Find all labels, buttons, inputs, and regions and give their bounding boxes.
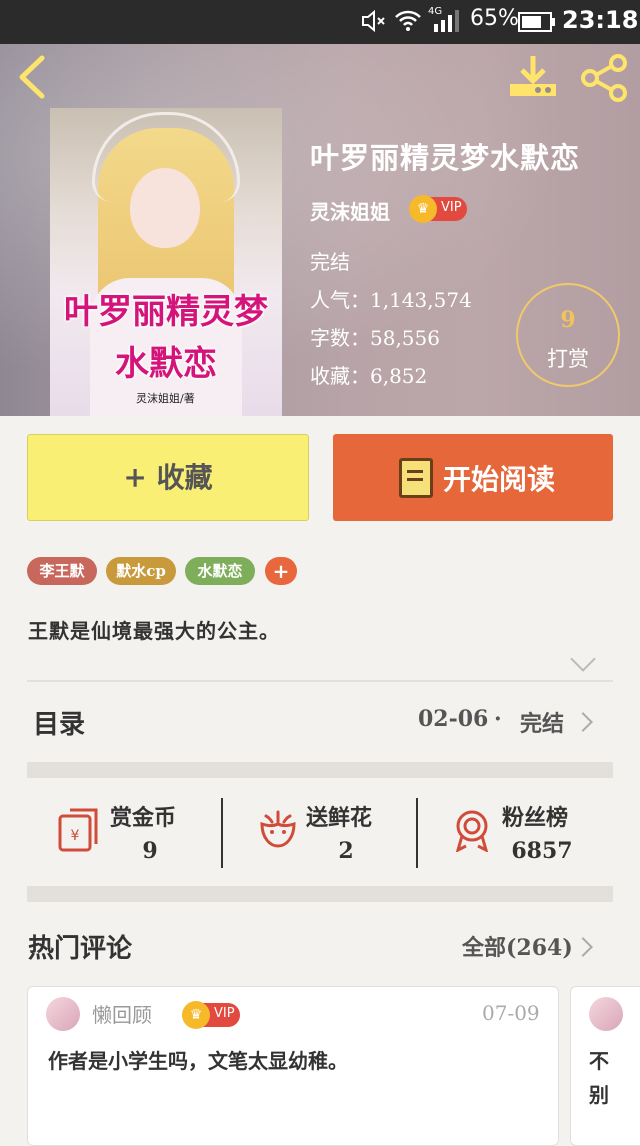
comment-card[interactable]: 懒回顾 ♛ VIP 07-09 作者是小学生吗，文笔太显幼稚。 [27,986,559,1146]
gift-flowers[interactable]: 送鲜花 2 [256,800,406,870]
book-header: 叶罗丽精灵梦 水默恋 灵沫姐姐/著 叶罗丽精灵梦水默恋 灵沫姐姐 ♛ VIP 完… [0,44,640,416]
toc-date: 02-06 [418,706,489,732]
gift-fans[interactable]: 粉丝榜 6857 [450,800,610,870]
reward-label: 打赏 [547,347,589,371]
clock: 23:18 [562,6,639,34]
vip-text: VIP [214,1006,235,1021]
collect-button[interactable]: + 收藏 [27,434,309,521]
book-title: 叶罗丽精灵梦水默恋 [310,141,581,175]
share-button[interactable] [580,54,628,106]
cover-title-line2: 水默恋 [115,344,217,384]
reward-count: 9 [560,307,576,333]
book-icon [399,458,433,498]
section-separator [27,762,613,778]
battery-icon [518,12,556,38]
start-reading-label: 开始阅读 [443,463,556,496]
red-envelope-icon: ¥ [58,808,98,852]
crown-icon: ♛ [182,1001,210,1029]
toc-status: 完结 [520,711,565,737]
reward-button[interactable]: 9 打赏 [516,283,620,387]
tag-item[interactable]: 水默恋 [185,557,255,585]
share-icon [581,54,627,102]
popularity-value: 1,143,574 [370,288,472,312]
comment-username[interactable]: 懒回顾 [92,999,152,1028]
gift-value: 2 [338,838,354,864]
comment-text: 不 [589,1049,609,1073]
cover-title-line1: 叶罗丽精灵梦 [64,292,268,332]
signal-icon [432,8,462,40]
wifi-icon [394,8,422,40]
start-reading-button[interactable]: 开始阅读 [333,434,613,521]
comment-text: 别 [589,1083,609,1107]
svg-text:¥: ¥ [71,828,80,844]
battery-percent: 65% [470,6,519,31]
expand-intro-icon[interactable] [570,646,596,672]
divider [416,798,418,868]
words-label: 字数： [310,326,370,350]
back-arrow-icon [19,55,45,99]
gift-label: 送鲜花 [306,805,373,831]
gift-value: 6857 [511,838,573,864]
vip-badge: ♛ VIP [409,195,467,223]
divider [27,680,613,682]
popularity-label: 人气： [310,288,370,312]
book-status: 完结 [310,250,350,274]
comment-text: 作者是小学生吗，文笔太显幼稚。 [48,1049,348,1073]
tag-item[interactable]: 默水cp [106,557,176,585]
popularity-stat: 人气：1,143,574 [310,284,472,313]
chevron-right-icon [573,712,593,732]
comment-card[interactable]: 不 别 [570,986,640,1146]
toc-dot: · [494,706,502,732]
flower-icon [260,810,296,848]
collections-label: 收藏： [310,364,370,388]
comment-date: 07-09 [482,1001,540,1025]
all-comments-link[interactable]: 全部(264) [462,930,573,962]
vip-text: VIP [441,200,462,215]
download-button[interactable] [508,54,558,104]
divider [221,798,223,868]
toc-title: 目录 [33,710,86,740]
collections-value: 6,852 [370,364,428,388]
collections-stat: 收藏：6,852 [310,360,427,389]
words-stat: 字数：58,556 [310,322,440,351]
gift-coins[interactable]: ¥ 赏金币 9 [56,800,206,870]
gift-label: 赏金币 [110,805,177,831]
cover-author: 灵沫姐姐/著 [136,392,195,405]
section-separator [27,886,613,902]
words-value: 58,556 [370,326,440,350]
comments-title: 热门评论 [28,934,133,964]
author-name[interactable]: 灵沫姐姐 [310,196,390,225]
status-bar: 4G 65% 23:18 [0,0,640,44]
gift-value: 9 [142,838,158,864]
back-button[interactable] [16,54,48,104]
gift-label: 粉丝榜 [502,805,569,831]
avatar[interactable] [46,997,80,1031]
download-icon [510,56,556,96]
vip-badge: ♛ VIP [182,1001,240,1029]
book-intro: 王默是仙境最强大的公主。 [28,619,280,643]
book-cover[interactable]: 叶罗丽精灵梦 水默恋 灵沫姐姐/著 [50,108,282,416]
medal-icon [455,810,489,852]
add-tag-button[interactable]: + [265,557,297,585]
cover-art-face [130,168,200,248]
crown-icon: ♛ [409,195,437,223]
mute-icon [360,8,386,40]
avatar[interactable] [589,997,623,1031]
chevron-right-icon [573,937,593,957]
tag-item[interactable]: 李王默 [27,557,97,585]
